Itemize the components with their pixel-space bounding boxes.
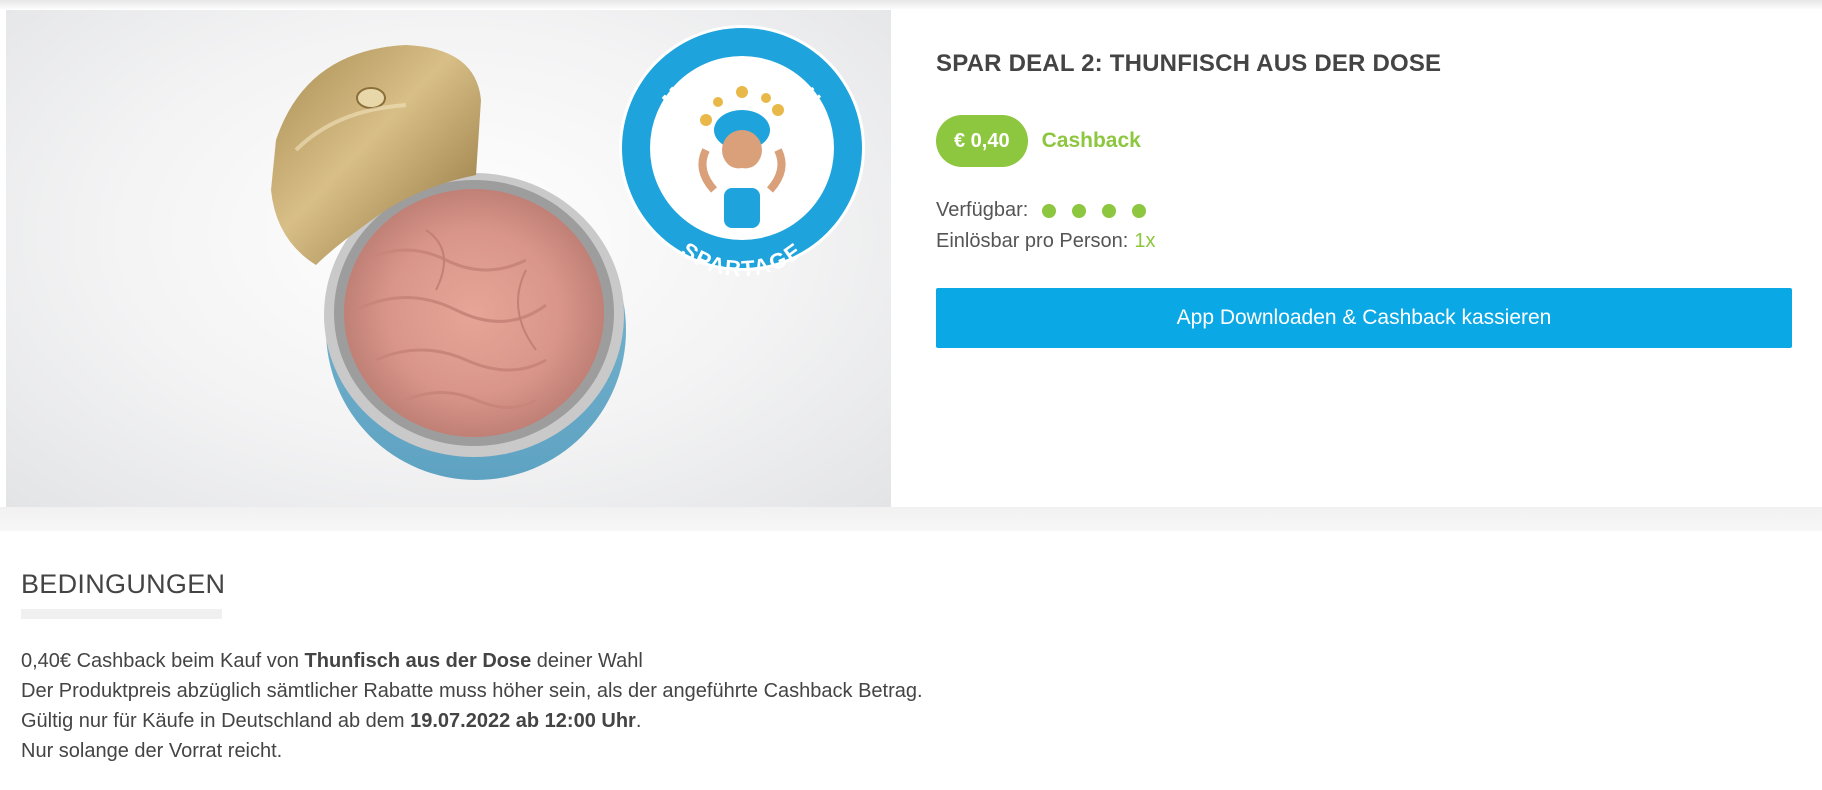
section-divider	[0, 507, 1822, 531]
terms-heading: BEDINGUNGEN	[21, 569, 226, 599]
cashback-amount-badge: € 0,40	[936, 115, 1028, 167]
terms-valid-date: 19.07.2022 ab 12:00 Uhr	[410, 710, 636, 732]
cashback-label: Cashback	[1041, 129, 1141, 152]
availability-dot	[1072, 203, 1087, 218]
download-app-button[interactable]: App Downloaden & Cashback kassieren	[936, 288, 1792, 348]
redeem-value: 1x	[1134, 230, 1156, 252]
terms-heading-underline	[21, 609, 222, 619]
top-shadow	[0, 0, 1822, 10]
terms-line-1-suffix: deiner Wahl	[531, 650, 643, 672]
availability-dot	[1102, 203, 1117, 218]
deal-title: SPAR DEAL 2: THUNFISCH AUS DER DOSE	[936, 50, 1442, 77]
availability-dot	[1042, 203, 1057, 218]
marktguru-badge: MARKTGURU SPARTAGE	[619, 25, 865, 281]
availability-row: Verfügbar:	[936, 199, 1162, 222]
terms-line-1-text: 0,40€ Cashback beim Kauf von	[21, 650, 305, 672]
availability-dot	[1132, 203, 1147, 218]
availability-indicator	[1042, 203, 1162, 218]
terms-section: BEDINGUNGEN 0,40€ Cashback beim Kauf von…	[0, 531, 1822, 790]
cashback-row: € 0,40 Cashback	[936, 115, 1141, 167]
terms-line-3-suffix: .	[635, 710, 642, 732]
terms-text: 0,40€ Cashback beim Kauf von Thunfisch a…	[21, 646, 923, 766]
terms-product-name: Thunfisch aus der Dose	[304, 650, 532, 672]
product-image: MARKTGURU SPARTAGE	[6, 10, 891, 507]
deal-card: MARKTGURU SPARTAGE SPAR DEAL 2: THUNFISC…	[6, 10, 1822, 507]
terms-line-4: Nur solange der Vorrat reicht.	[21, 740, 283, 762]
terms-line-2: Der Produktpreis abzüglich sämtlicher Ra…	[21, 680, 923, 702]
redeem-label: Einlösbar pro Person:	[936, 230, 1129, 252]
deal-info: SPAR DEAL 2: THUNFISCH AUS DER DOSE € 0,…	[936, 10, 1796, 507]
availability-label: Verfügbar:	[936, 199, 1029, 221]
tuna-can-illustration	[271, 45, 626, 480]
terms-line-1: 0,40€ Cashback beim Kauf von Thunfisch a…	[21, 646, 923, 676]
terms-line-3-text: Gültig nur für Käufe in Deutschland ab d…	[21, 710, 411, 732]
redeem-row: Einlösbar pro Person: 1x	[936, 230, 1155, 253]
terms-line-3: Gültig nur für Käufe in Deutschland ab d…	[21, 706, 923, 736]
